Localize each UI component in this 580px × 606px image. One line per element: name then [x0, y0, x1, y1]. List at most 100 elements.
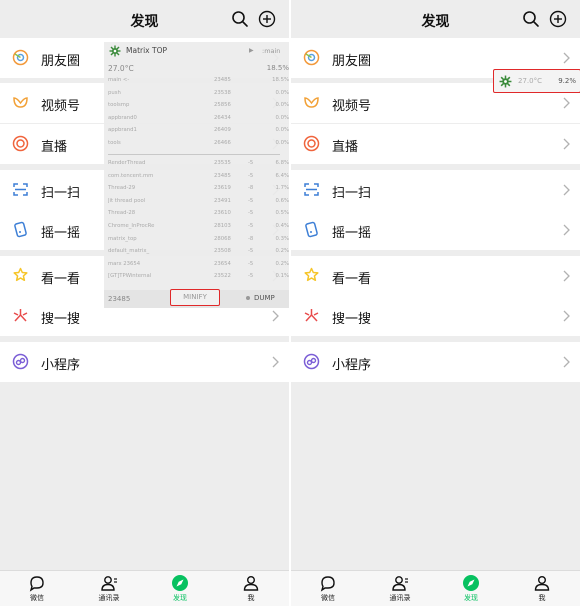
- matrix-top-title: Matrix TOP: [126, 46, 168, 55]
- tab-discover[interactable]: 发现: [451, 573, 491, 606]
- tab-label: 微信: [321, 594, 335, 602]
- thread-row: com.tencent.mm 23485 -5 6.4%: [108, 172, 289, 182]
- contacts-icon: [101, 576, 117, 591]
- search-icon[interactable]: [231, 10, 249, 28]
- chevron-right-icon: [563, 52, 570, 64]
- mini-programs-icon: [303, 353, 320, 370]
- chevron-right-icon: [272, 356, 279, 368]
- thread-row: Chrome_InProcRe 28103 -5 0.4%: [108, 222, 289, 232]
- thread-name: Thread-29: [108, 185, 136, 192]
- discover-item-label: 扫一扫: [41, 186, 81, 201]
- thread-pid: 23485: [214, 77, 231, 83]
- thread-pid: 23485: [214, 172, 231, 179]
- thread-row: tools 26466 0.0%: [108, 139, 289, 149]
- tab-chats[interactable]: 微信: [308, 573, 348, 606]
- tab-contacts[interactable]: 通讯录: [89, 573, 129, 606]
- dump-indicator: [246, 296, 250, 300]
- thread-name: [GT]TPWinternal: [108, 273, 152, 280]
- thread-nice: -5: [248, 210, 254, 217]
- discover-item-label: 摇一摇: [41, 226, 81, 241]
- search-feature-icon: [13, 309, 28, 322]
- chevron-right-icon: [272, 310, 279, 322]
- thread-pid: 26466: [214, 139, 231, 146]
- discover-item-7[interactable]: 小程序: [0, 342, 289, 382]
- chevron-right-icon: [563, 224, 570, 236]
- tab-chats[interactable]: 微信: [17, 573, 57, 606]
- tab-bar: 微信 通讯录 发现 我: [0, 570, 289, 606]
- add-icon[interactable]: [258, 10, 276, 28]
- discover-icon: [172, 575, 188, 591]
- thread-cpu: 0.0%: [275, 89, 289, 96]
- tab-label: 发现: [173, 594, 187, 602]
- thread-row: [GT]TPWinternal 23522 -5 0.1%: [108, 272, 289, 282]
- thread-row: default_matrix_ 23508 -5 0.2%: [108, 247, 289, 257]
- tab-contacts[interactable]: 通讯录: [380, 573, 420, 606]
- tab-label: 我: [538, 594, 546, 602]
- tab-discover[interactable]: 发现: [160, 573, 200, 606]
- matrix-gear-icon: [499, 75, 512, 88]
- thread-cpu: 0.0%: [275, 102, 289, 108]
- top-bar: 发现: [291, 0, 580, 38]
- thread-pid: 28103: [214, 223, 231, 229]
- search-icon[interactable]: [522, 10, 540, 28]
- cpu-total: 18.5%: [266, 64, 289, 72]
- thread-row: Thread-28 23610 -5 0.5%: [108, 209, 289, 219]
- matrix-gear-icon: [109, 45, 121, 57]
- thread-pid: 28068: [214, 235, 231, 242]
- thread-pid: 23491: [214, 197, 231, 204]
- thread-cpu: 0.4%: [275, 223, 289, 229]
- discover-item-label: 看一看: [332, 272, 372, 287]
- tab-label: 微信: [30, 594, 44, 602]
- thread-name: RenderThread: [108, 160, 146, 166]
- chevron-right-icon: [563, 270, 570, 282]
- discover-item-5[interactable]: 看一看: [291, 256, 580, 296]
- tab-me[interactable]: 我: [522, 573, 562, 606]
- live-icon: [12, 135, 29, 152]
- thread-row: RenderThread 23535 -5 6.8%: [108, 159, 289, 169]
- chats-icon: [320, 576, 335, 592]
- chevron-right-icon: [563, 138, 570, 150]
- chevron-right-icon: [563, 310, 570, 322]
- discover-item-6[interactable]: 搜一搜: [291, 296, 580, 336]
- thread-name: push: [108, 89, 121, 96]
- discover-item-2[interactable]: 直播: [291, 124, 580, 164]
- tab-label: 通讯录: [98, 594, 120, 602]
- thread-nice: -8: [248, 185, 254, 192]
- footer-pid: 23485: [108, 295, 131, 303]
- discover-item-label: 朋友圈: [41, 54, 81, 69]
- matrix-mini-widget[interactable]: 27.0°C 9.2%: [493, 69, 580, 93]
- tab-bar: 微信 通讯录 发现 我: [291, 570, 580, 606]
- discover-item-label: 搜一搜: [332, 312, 372, 327]
- thread-cpu: 0.2%: [275, 248, 289, 255]
- chevron-right-icon: [563, 97, 570, 109]
- me-icon: [534, 576, 550, 591]
- matrix-top-panel: Matrix TOP ▶ :main 27.0°C 18.5% main <- 2…: [104, 42, 289, 308]
- add-icon[interactable]: [549, 10, 567, 28]
- thread-row: main <- 23485 18.5%: [108, 76, 289, 86]
- minify-button[interactable]: MINIFY: [170, 289, 220, 306]
- scan-icon: [13, 183, 28, 196]
- dump-button[interactable]: DUMP: [254, 294, 275, 302]
- discover-item-3[interactable]: 扫一扫: [291, 170, 580, 210]
- discover-item-7[interactable]: 小程序: [291, 342, 580, 382]
- thread-name: appbrand0: [108, 114, 137, 121]
- thread-nice: -5: [248, 248, 254, 255]
- thread-nice: -5: [248, 223, 254, 229]
- thread-pid: 23654: [214, 260, 231, 267]
- chevron-right-icon: [563, 356, 570, 368]
- moments-icon: [303, 49, 320, 66]
- play-icon[interactable]: ▶: [249, 47, 254, 54]
- tab-me[interactable]: 我: [231, 573, 271, 606]
- top-stories-icon: [304, 267, 319, 282]
- contacts-icon: [392, 576, 408, 591]
- thread-nice: -5: [248, 160, 254, 166]
- discover-item-label: 朋友圈: [332, 54, 372, 69]
- thread-cpu: 1.7%: [275, 185, 289, 192]
- thread-pid: 23619: [214, 185, 231, 192]
- thread-cpu: 0.0%: [275, 114, 289, 121]
- thread-name: marx 23654: [108, 260, 141, 267]
- shake-icon: [14, 221, 27, 238]
- discover-item-label: 搜一搜: [41, 312, 81, 327]
- discover-item-4[interactable]: 摇一摇: [291, 210, 580, 250]
- thread-name: main <-: [108, 77, 130, 83]
